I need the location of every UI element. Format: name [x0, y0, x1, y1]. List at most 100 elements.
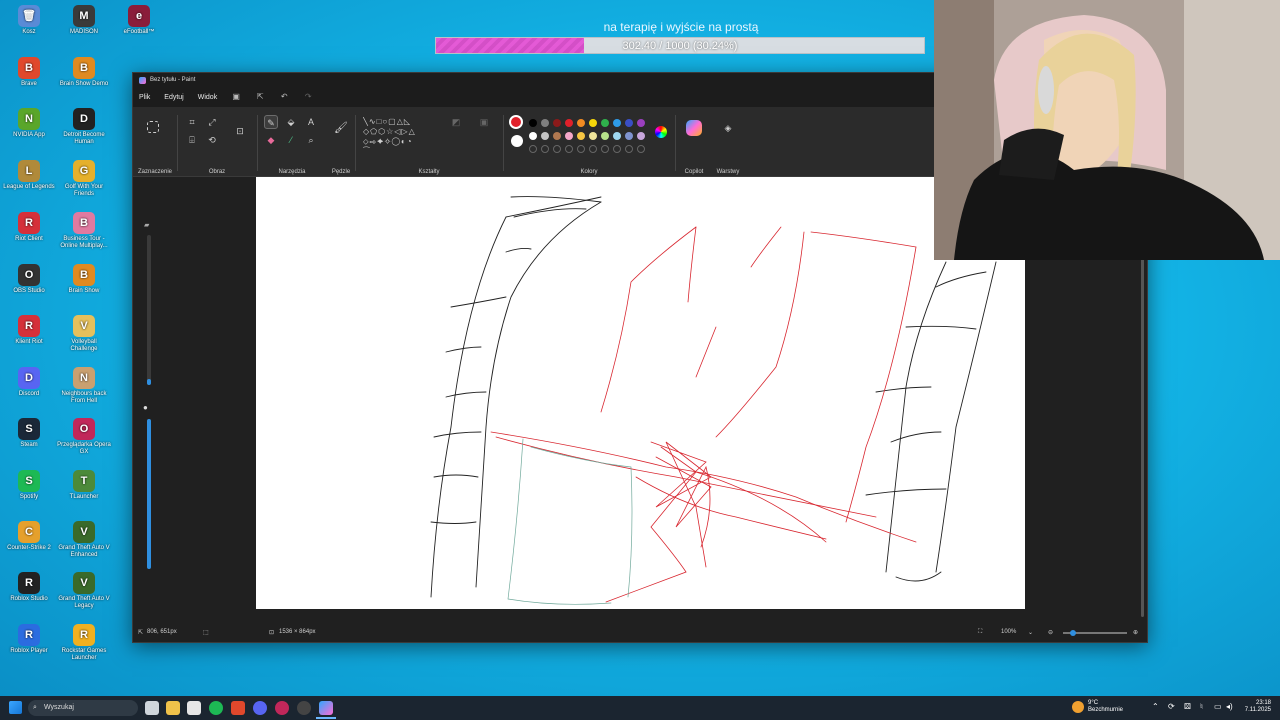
redo-icon[interactable]: ↷ [303, 92, 313, 102]
palette-swatch[interactable] [553, 119, 561, 127]
secondary-color-swatch[interactable] [511, 135, 523, 147]
sync-icon[interactable]: ⟳ [1168, 703, 1175, 711]
palette-swatch[interactable] [625, 132, 633, 140]
store-icon[interactable] [187, 701, 201, 715]
brush-size-slider[interactable] [147, 235, 151, 385]
desktop-icon[interactable]: B Brave [2, 57, 56, 88]
desktop-icon[interactable]: G Golf With Your Friends [57, 160, 111, 198]
select-icon[interactable] [147, 121, 159, 133]
zoom-level[interactable]: 100% [1001, 629, 1016, 635]
brave-icon[interactable] [231, 701, 245, 715]
custom-color-slot[interactable] [625, 145, 633, 153]
start-icon[interactable] [9, 701, 22, 714]
desktop-icon[interactable]: B Brain Show [57, 264, 111, 295]
spotify-icon[interactable] [209, 701, 223, 715]
palette-swatch[interactable] [577, 119, 585, 127]
share-icon[interactable]: ⇱ [255, 92, 265, 102]
zoom-in-icon[interactable]: ⊕ [1133, 629, 1138, 636]
desktop-icon[interactable]: D Discord [2, 367, 56, 398]
opacity-slider[interactable] [147, 419, 151, 569]
desktop-icon[interactable]: O Przeglądarka Opera GX [57, 418, 111, 456]
display-icon[interactable]: ▭ [1214, 703, 1222, 711]
paint-taskbar-icon[interactable] [319, 701, 333, 715]
desktop-icon[interactable]: O OBS Studio [2, 264, 56, 295]
palette-swatch[interactable] [637, 132, 645, 140]
palette-swatch[interactable] [601, 119, 609, 127]
obs-icon[interactable] [297, 701, 311, 715]
palette-swatch[interactable] [541, 132, 549, 140]
shape-fill-icon[interactable]: ▣ [477, 115, 491, 129]
zoom-out-icon[interactable]: ⊖ [1048, 629, 1053, 636]
file-explorer-icon[interactable] [166, 701, 180, 715]
desktop-icon[interactable]: T TLauncher [57, 470, 111, 501]
custom-color-slot[interactable] [601, 145, 609, 153]
drawing-canvas[interactable] [256, 177, 1025, 609]
fill-icon[interactable]: ⬙ [284, 115, 298, 129]
palette-swatch[interactable] [637, 119, 645, 127]
desktop-icon[interactable]: R Roblox Studio [2, 572, 56, 603]
desktop-icon[interactable]: 🗑 Kosz [2, 5, 56, 36]
palette-swatch[interactable] [565, 132, 573, 140]
save-icon[interactable]: ▣ [231, 92, 241, 102]
custom-color-slot[interactable] [529, 145, 537, 153]
shapes-gallery[interactable]: ╲∿□○▢△◺ ◇⬠⬡☆◁▷△ ⬦⇨✦✧◯◐◔ ⁀ [363, 117, 441, 159]
custom-color-slot[interactable] [553, 145, 561, 153]
microphone-icon[interactable]: ♮ [1200, 703, 1203, 711]
custom-color-slot[interactable] [577, 145, 585, 153]
menu-file[interactable]: Plik [139, 94, 150, 101]
app-tray-icon[interactable]: ⚄ [1184, 703, 1191, 711]
discord-icon[interactable] [253, 701, 267, 715]
magnifier-icon[interactable]: ⌕ [304, 133, 318, 147]
eraser-icon[interactable]: ◆ [264, 133, 278, 147]
desktop-icon[interactable]: S Steam [2, 418, 56, 449]
layers-icon[interactable]: ◈ [721, 121, 735, 135]
desktop-icon[interactable]: C Counter-Strike 2 [2, 521, 56, 552]
desktop-icon[interactable]: M MADISON [57, 5, 111, 36]
desktop-icon[interactable]: R Rockstar Games Launcher [57, 624, 111, 662]
palette-swatch[interactable] [565, 119, 573, 127]
palette-swatch[interactable] [601, 132, 609, 140]
desktop-icon[interactable]: L League of Legends [2, 160, 56, 191]
desktop-icon[interactable]: N Neighbours back From Hell [57, 367, 111, 405]
desktop-icon[interactable]: R Roblox Player [2, 624, 56, 655]
desktop-icon[interactable]: S Spotify [2, 470, 56, 501]
palette-swatch[interactable] [541, 119, 549, 127]
pencil-icon[interactable]: ✎ [264, 115, 278, 129]
desktop-icon[interactable]: N NVIDIA App [2, 108, 56, 139]
desktop-icon[interactable]: B Brain Show Demo [57, 57, 111, 88]
palette-swatch[interactable] [625, 119, 633, 127]
desktop-icon[interactable]: R Riot Client [2, 212, 56, 243]
palette-swatch[interactable] [589, 119, 597, 127]
shape-outline-icon[interactable]: ◩ [449, 115, 463, 129]
menu-view[interactable]: Widok [198, 94, 217, 101]
tray-chevron-icon[interactable]: ⌃ [1152, 703, 1159, 711]
desktop-icon[interactable]: R Klient Riot [2, 315, 56, 346]
desktop-icon[interactable]: V Grand Theft Auto V Legacy [57, 572, 111, 610]
palette-swatch[interactable] [613, 132, 621, 140]
palette-swatch[interactable] [529, 132, 537, 140]
brush-icon[interactable]: 🖌 [334, 121, 348, 135]
weather-widget[interactable]: 9°C Bezchmurnie [1088, 700, 1123, 714]
resize-icon[interactable]: ⤢ [205, 115, 219, 129]
palette-swatch[interactable] [613, 119, 621, 127]
clock[interactable]: 23:18 7.11.2025 [1243, 700, 1271, 714]
zoom-dropdown-icon[interactable]: ⌄ [1028, 629, 1033, 636]
menu-edit[interactable]: Edytuj [164, 94, 183, 101]
copilot-icon[interactable] [686, 120, 702, 136]
custom-color-slot[interactable] [637, 145, 645, 153]
weather-icon[interactable] [1072, 701, 1084, 713]
palette-swatch[interactable] [589, 132, 597, 140]
current-color-swatch[interactable] [509, 115, 523, 129]
search-box[interactable]: ⌕ Wyszukaj [28, 700, 138, 716]
desktop-icon[interactable]: V Grand Theft Auto V Enhanced [57, 521, 111, 559]
palette-swatch[interactable] [577, 132, 585, 140]
volume-icon[interactable]: ◂) [1226, 703, 1233, 711]
palette-swatch[interactable] [529, 119, 537, 127]
palette-swatch[interactable] [553, 132, 561, 140]
custom-color-slot[interactable] [565, 145, 573, 153]
opera-gx-icon[interactable] [275, 701, 289, 715]
custom-color-slot[interactable] [613, 145, 621, 153]
undo-icon[interactable]: ↶ [279, 92, 289, 102]
task-view-icon[interactable] [145, 701, 159, 715]
edit-colors-icon[interactable] [655, 126, 667, 138]
